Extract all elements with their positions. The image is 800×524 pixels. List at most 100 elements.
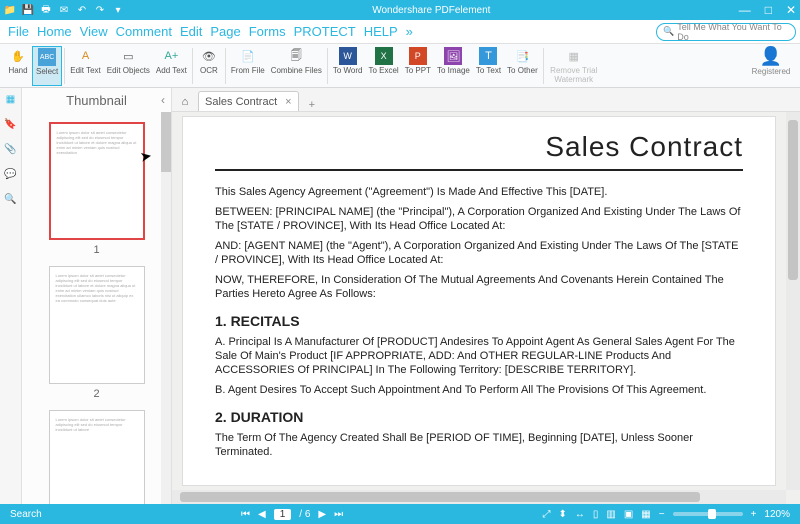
close-button[interactable]: ✕ bbox=[786, 3, 796, 17]
zoom-slider[interactable] bbox=[673, 512, 743, 516]
thumbnail-panel: Thumbnail ‹ Lorem ipsum dolor sit amet c… bbox=[22, 88, 172, 504]
attachments-tab-icon[interactable]: 📎 bbox=[4, 144, 16, 155]
maximize-button[interactable]: □ bbox=[765, 3, 772, 17]
menu-comment[interactable]: Comment bbox=[112, 22, 176, 41]
separator bbox=[64, 48, 65, 84]
undo-icon[interactable]: ↶ bbox=[76, 4, 88, 16]
to-other-label: To Other bbox=[507, 66, 538, 75]
first-page-icon[interactable]: ⏮ bbox=[241, 509, 250, 520]
remove-watermark-tool[interactable]: ▦Remove Trial Watermark bbox=[546, 46, 602, 86]
separator bbox=[327, 48, 328, 84]
app-title: Wondershare PDFelement bbox=[124, 5, 739, 16]
prev-page-icon[interactable]: ◀ bbox=[258, 509, 266, 520]
to-ppt-tool[interactable]: PTo PPT bbox=[402, 46, 434, 86]
to-text-tool[interactable]: TTo Text bbox=[473, 46, 504, 86]
zoom-in-icon[interactable]: + bbox=[751, 509, 757, 520]
thumbnail-page-2[interactable]: Lorem ipsum dolor sit amet consectetur a… bbox=[49, 266, 145, 384]
edit-text-label: Edit Text bbox=[70, 66, 101, 75]
quick-access-toolbar: 📁 💾 🖶 ✉ ↶ ↷ ▾ bbox=[4, 4, 124, 16]
to-excel-tool[interactable]: XTo Excel bbox=[365, 46, 401, 86]
menu-protect[interactable]: PROTECT bbox=[290, 22, 360, 41]
title-bar: 📁 💾 🖶 ✉ ↶ ↷ ▾ Wondershare PDFelement — □… bbox=[0, 0, 800, 20]
minimize-button[interactable]: — bbox=[739, 3, 751, 17]
document-page[interactable]: Sales Contract This Sales Agency Agreeme… bbox=[182, 116, 776, 486]
menu-home[interactable]: Home bbox=[33, 22, 76, 41]
folder-icon[interactable]: 📁 bbox=[4, 4, 16, 16]
menu-overflow[interactable]: » bbox=[402, 22, 417, 41]
menu-bar: File Home View Comment Edit Page Forms P… bbox=[0, 20, 800, 44]
doc-para: A. Principal Is A Manufacturer Of [PRODU… bbox=[215, 335, 743, 377]
continuous-icon[interactable]: ▥ bbox=[606, 509, 615, 520]
doc-para: AND: [AGENT NAME] (the "Agent"), A Corpo… bbox=[215, 239, 743, 267]
next-page-icon[interactable]: ▶ bbox=[318, 509, 326, 520]
comments-tab-icon[interactable]: 💬 bbox=[4, 169, 16, 180]
ppt-icon: P bbox=[409, 47, 427, 65]
page-number-input[interactable]: 1 bbox=[274, 509, 292, 520]
fit-height-icon[interactable]: ⬍ bbox=[558, 509, 566, 520]
edit-text-tool[interactable]: AEdit Text bbox=[67, 46, 104, 86]
from-file-tool[interactable]: 📄From File bbox=[228, 46, 268, 86]
hand-tool[interactable]: ✋Hand bbox=[4, 46, 32, 86]
register-button[interactable]: 👤Registered bbox=[746, 46, 796, 76]
facing-icon[interactable]: ▣ bbox=[624, 509, 633, 520]
bookmarks-tab-icon[interactable]: 🔖 bbox=[4, 119, 16, 130]
add-text-icon: A+ bbox=[162, 47, 180, 65]
menu-help[interactable]: HELP bbox=[360, 22, 402, 41]
word-icon: W bbox=[339, 47, 357, 65]
doc-title: Sales Contract bbox=[215, 131, 743, 163]
to-image-tool[interactable]: 🖼To Image bbox=[434, 46, 473, 86]
select-tool[interactable]: ABCSelect bbox=[32, 46, 62, 86]
thumbnails-tab-icon[interactable]: ▦ bbox=[6, 94, 15, 105]
zoom-level[interactable]: 120% bbox=[764, 509, 790, 520]
save-icon[interactable]: 💾 bbox=[22, 4, 34, 16]
menu-forms[interactable]: Forms bbox=[245, 22, 290, 41]
v-scroll-handle[interactable] bbox=[788, 120, 798, 280]
tell-me-search[interactable]: Tell Me What You Want To Do bbox=[656, 23, 796, 41]
tab-label: Sales Contract bbox=[205, 96, 277, 108]
status-bar: Search ⏮ ◀ 1 / 6 ▶ ⏭ ⤢ ⬍ ↔ ▯ ▥ ▣ ▦ − + 1… bbox=[0, 504, 800, 524]
home-tab-icon[interactable]: ⌂ bbox=[176, 93, 194, 111]
vertical-scrollbar[interactable] bbox=[786, 112, 800, 490]
separator bbox=[192, 48, 193, 84]
menu-file[interactable]: File bbox=[4, 22, 33, 41]
combine-tool[interactable]: 🗐Combine Files bbox=[268, 46, 325, 86]
single-page-icon[interactable]: ▯ bbox=[593, 509, 599, 520]
tab-close-icon[interactable]: × bbox=[285, 96, 291, 108]
new-tab-icon[interactable]: + bbox=[309, 99, 315, 111]
fit-width-icon[interactable]: ↔ bbox=[575, 509, 585, 520]
menu-page[interactable]: Page bbox=[206, 22, 244, 41]
document-tab[interactable]: Sales Contract × bbox=[198, 91, 299, 111]
collapse-panel-icon[interactable]: ‹ bbox=[161, 93, 165, 107]
h-scroll-handle[interactable] bbox=[180, 492, 700, 502]
edit-objects-icon: ▭ bbox=[119, 47, 137, 65]
mail-icon[interactable]: ✉ bbox=[58, 4, 70, 16]
to-word-tool[interactable]: WTo Word bbox=[330, 46, 366, 86]
menu-edit[interactable]: Edit bbox=[176, 22, 206, 41]
last-page-icon[interactable]: ⏭ bbox=[334, 509, 343, 520]
zoom-out-icon[interactable]: − bbox=[659, 509, 665, 520]
print-icon[interactable]: 🖶 bbox=[40, 4, 52, 16]
edit-objects-tool[interactable]: ▭Edit Objects bbox=[104, 46, 153, 86]
fit-page-icon[interactable]: ⤢ bbox=[542, 509, 550, 520]
thumbnail-page-3[interactable]: Lorem ipsum dolor sit amet consectetur a… bbox=[49, 410, 145, 504]
doc-heading: 1. RECITALS bbox=[215, 313, 743, 329]
combine-label: Combine Files bbox=[271, 66, 322, 75]
thumbnail-scroll-handle[interactable] bbox=[161, 112, 171, 172]
doc-para: This Sales Agency Agreement ("Agreement"… bbox=[215, 185, 743, 199]
to-other-tool[interactable]: 📑To Other bbox=[504, 46, 541, 86]
add-text-tool[interactable]: A+Add Text bbox=[153, 46, 190, 86]
thumbnail-page-1[interactable]: Lorem ipsum dolor sit amet consectetur a… bbox=[49, 122, 145, 240]
left-rail: ▦ 🔖 📎 💬 🔍 bbox=[0, 88, 22, 504]
ocr-tool[interactable]: 👁OCR bbox=[195, 46, 223, 86]
page-count: / 6 bbox=[299, 509, 310, 520]
menu-view[interactable]: View bbox=[76, 22, 112, 41]
qat-dropdown-icon[interactable]: ▾ bbox=[112, 4, 124, 16]
horizontal-scrollbar[interactable] bbox=[172, 490, 786, 504]
doc-para: B. Agent Desires To Accept Such Appointm… bbox=[215, 383, 743, 397]
status-search[interactable]: Search bbox=[10, 509, 42, 520]
redo-icon[interactable]: ↷ bbox=[94, 4, 106, 16]
to-text-label: To Text bbox=[476, 66, 501, 75]
facing-continuous-icon[interactable]: ▦ bbox=[641, 509, 650, 520]
thumbnail-scrollbar[interactable] bbox=[161, 112, 171, 504]
search-tab-icon[interactable]: 🔍 bbox=[4, 194, 16, 205]
